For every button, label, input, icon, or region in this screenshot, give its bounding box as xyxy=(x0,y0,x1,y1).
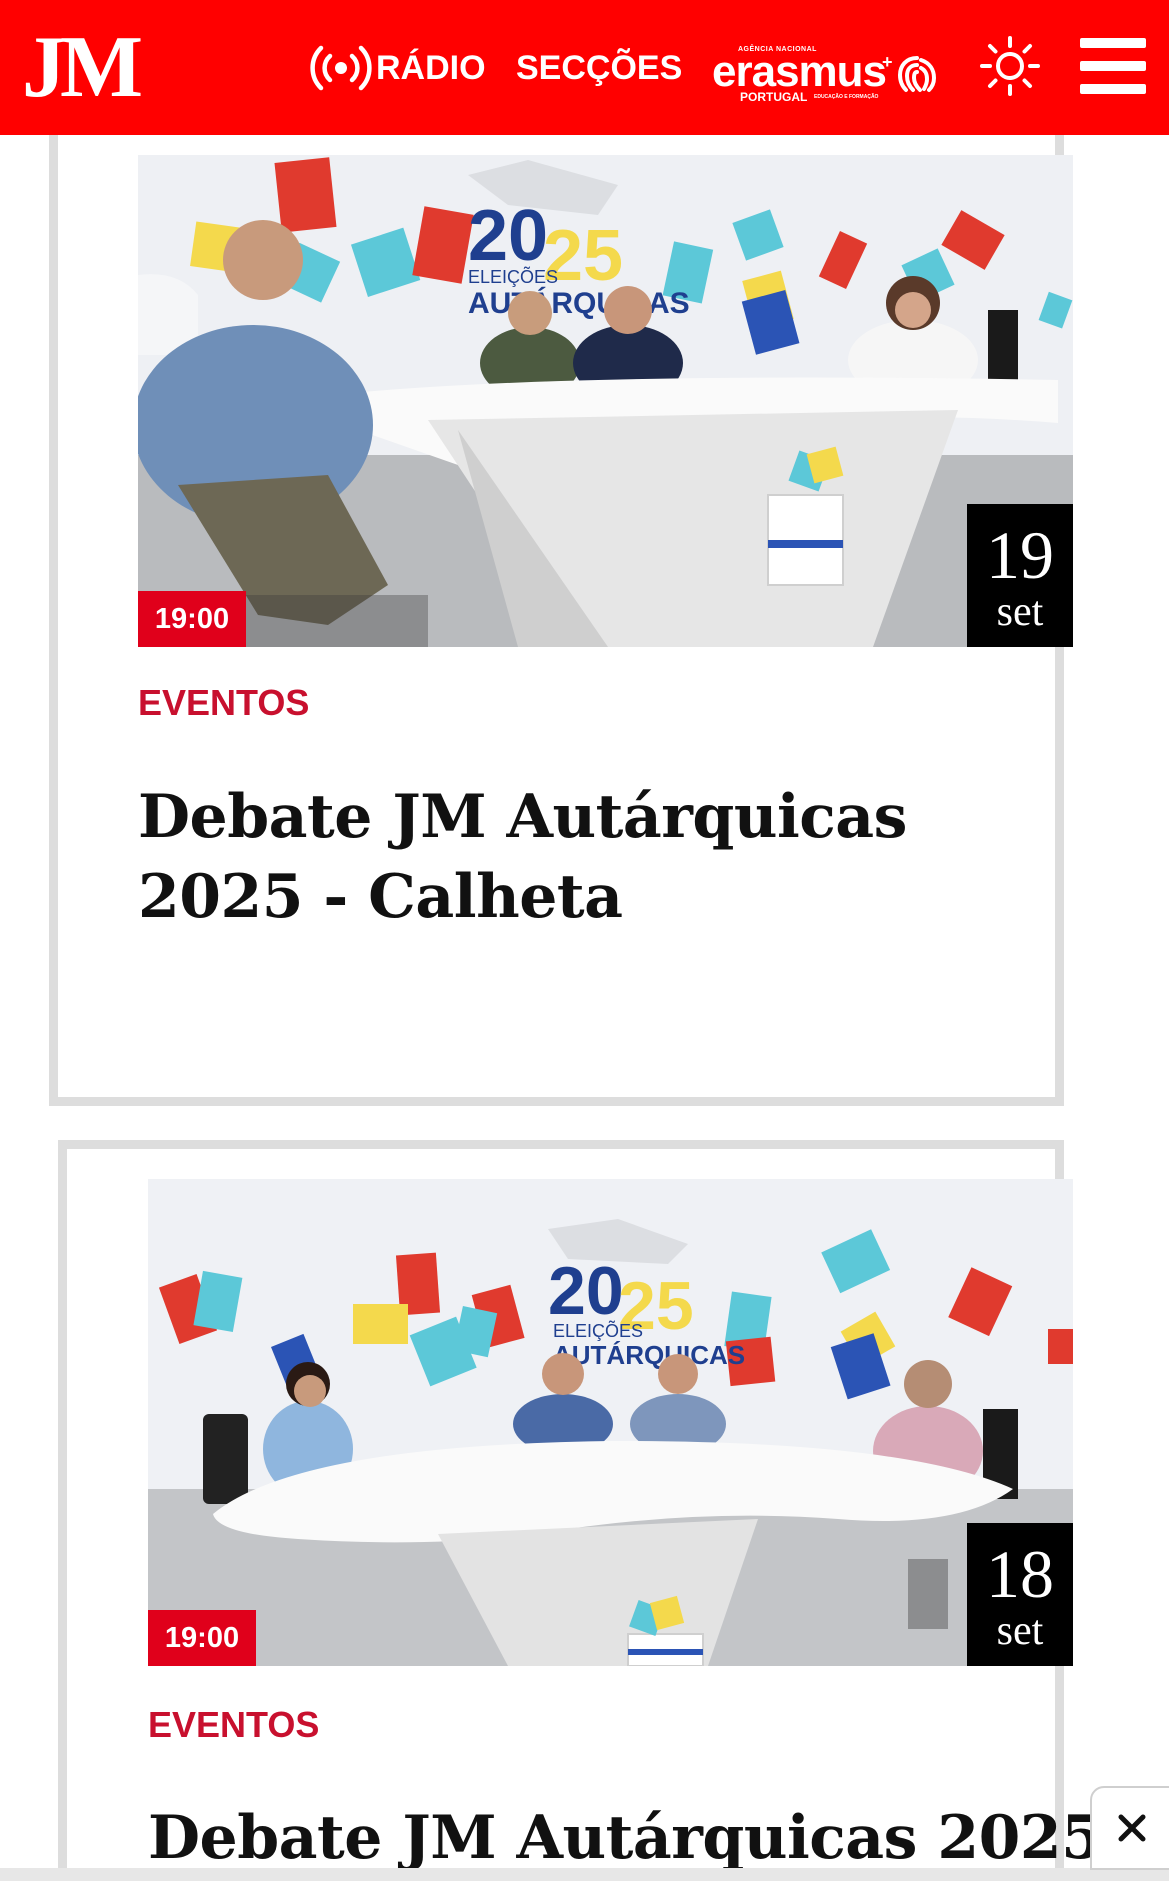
sections-link[interactable]: SECÇÕES xyxy=(516,44,682,92)
category-link[interactable]: EVENTOS xyxy=(148,1704,319,1746)
erasmus-subline: EDUCAÇÃO E FORMAÇÃO xyxy=(814,94,879,100)
time-badge: 19:00 xyxy=(148,1610,256,1666)
debate-studio-photo: 20 25 ELEIÇÕES AUTÁRQUICAS xyxy=(138,155,1073,647)
fingerprint-icon xyxy=(897,56,937,92)
radio-label: RÁDIO xyxy=(376,48,486,87)
sun-icon[interactable] xyxy=(978,34,1042,98)
svg-text:AUTÁRQUICAS: AUTÁRQUICAS xyxy=(468,286,690,320)
close-icon xyxy=(1118,1814,1146,1842)
hamburger-menu-icon[interactable] xyxy=(1080,38,1146,94)
date-month: set xyxy=(996,1608,1044,1654)
svg-text:20: 20 xyxy=(468,196,548,276)
category-link[interactable]: EVENTOS xyxy=(138,682,309,724)
date-day: 19 xyxy=(986,517,1054,593)
page: JM RÁDIO SECÇÕES AGÊNCIA NACIONAL erasmu… xyxy=(0,0,1169,1881)
top-header: JM RÁDIO SECÇÕES AGÊNCIA NACIONAL erasmu… xyxy=(0,0,1169,135)
debate-studio-photo: 20 25 ELEIÇÕES AUTÁRQUICAS xyxy=(148,1179,1073,1666)
erasmus-wordmark: erasmus xyxy=(712,47,887,96)
svg-text:ELEIÇÕES: ELEIÇÕES xyxy=(468,266,558,287)
date-badge: 19 set xyxy=(967,504,1073,647)
radio-link[interactable]: RÁDIO xyxy=(310,44,486,92)
svg-text:ELEIÇÕES: ELEIÇÕES xyxy=(553,1320,643,1341)
article-card[interactable]: 20 25 ELEIÇÕES AUTÁRQUICAS xyxy=(58,1140,1148,1881)
bottom-ad-strip xyxy=(0,1868,1169,1881)
article-card[interactable]: 20 25 ELEIÇÕES AUTÁRQUICAS xyxy=(49,120,1073,1106)
article-title[interactable]: Debate JM Autárquicas 2025 - xyxy=(148,1798,1148,1878)
date-badge: 18 set xyxy=(967,1523,1073,1666)
site-logo[interactable]: JM xyxy=(22,24,143,112)
article-title[interactable]: Debate JM Autárquicas 2025 - Calheta xyxy=(138,777,1038,937)
erasmus-banner[interactable]: AGÊNCIA NACIONAL erasmus + PORTUGAL EDUC… xyxy=(710,46,940,106)
article-thumbnail[interactable]: 20 25 ELEIÇÕES AUTÁRQUICAS xyxy=(138,155,1073,647)
article-thumbnail[interactable]: 20 25 ELEIÇÕES AUTÁRQUICAS xyxy=(148,1179,1073,1666)
erasmus-plus: + xyxy=(882,52,893,72)
date-day: 18 xyxy=(986,1536,1054,1612)
close-ad-button[interactable] xyxy=(1090,1786,1169,1870)
date-month: set xyxy=(996,589,1044,635)
erasmus-country: PORTUGAL xyxy=(740,90,808,104)
time-badge: 19:00 xyxy=(138,591,246,647)
svg-text:20: 20 xyxy=(548,1253,624,1329)
radio-broadcast-icon xyxy=(310,45,372,91)
